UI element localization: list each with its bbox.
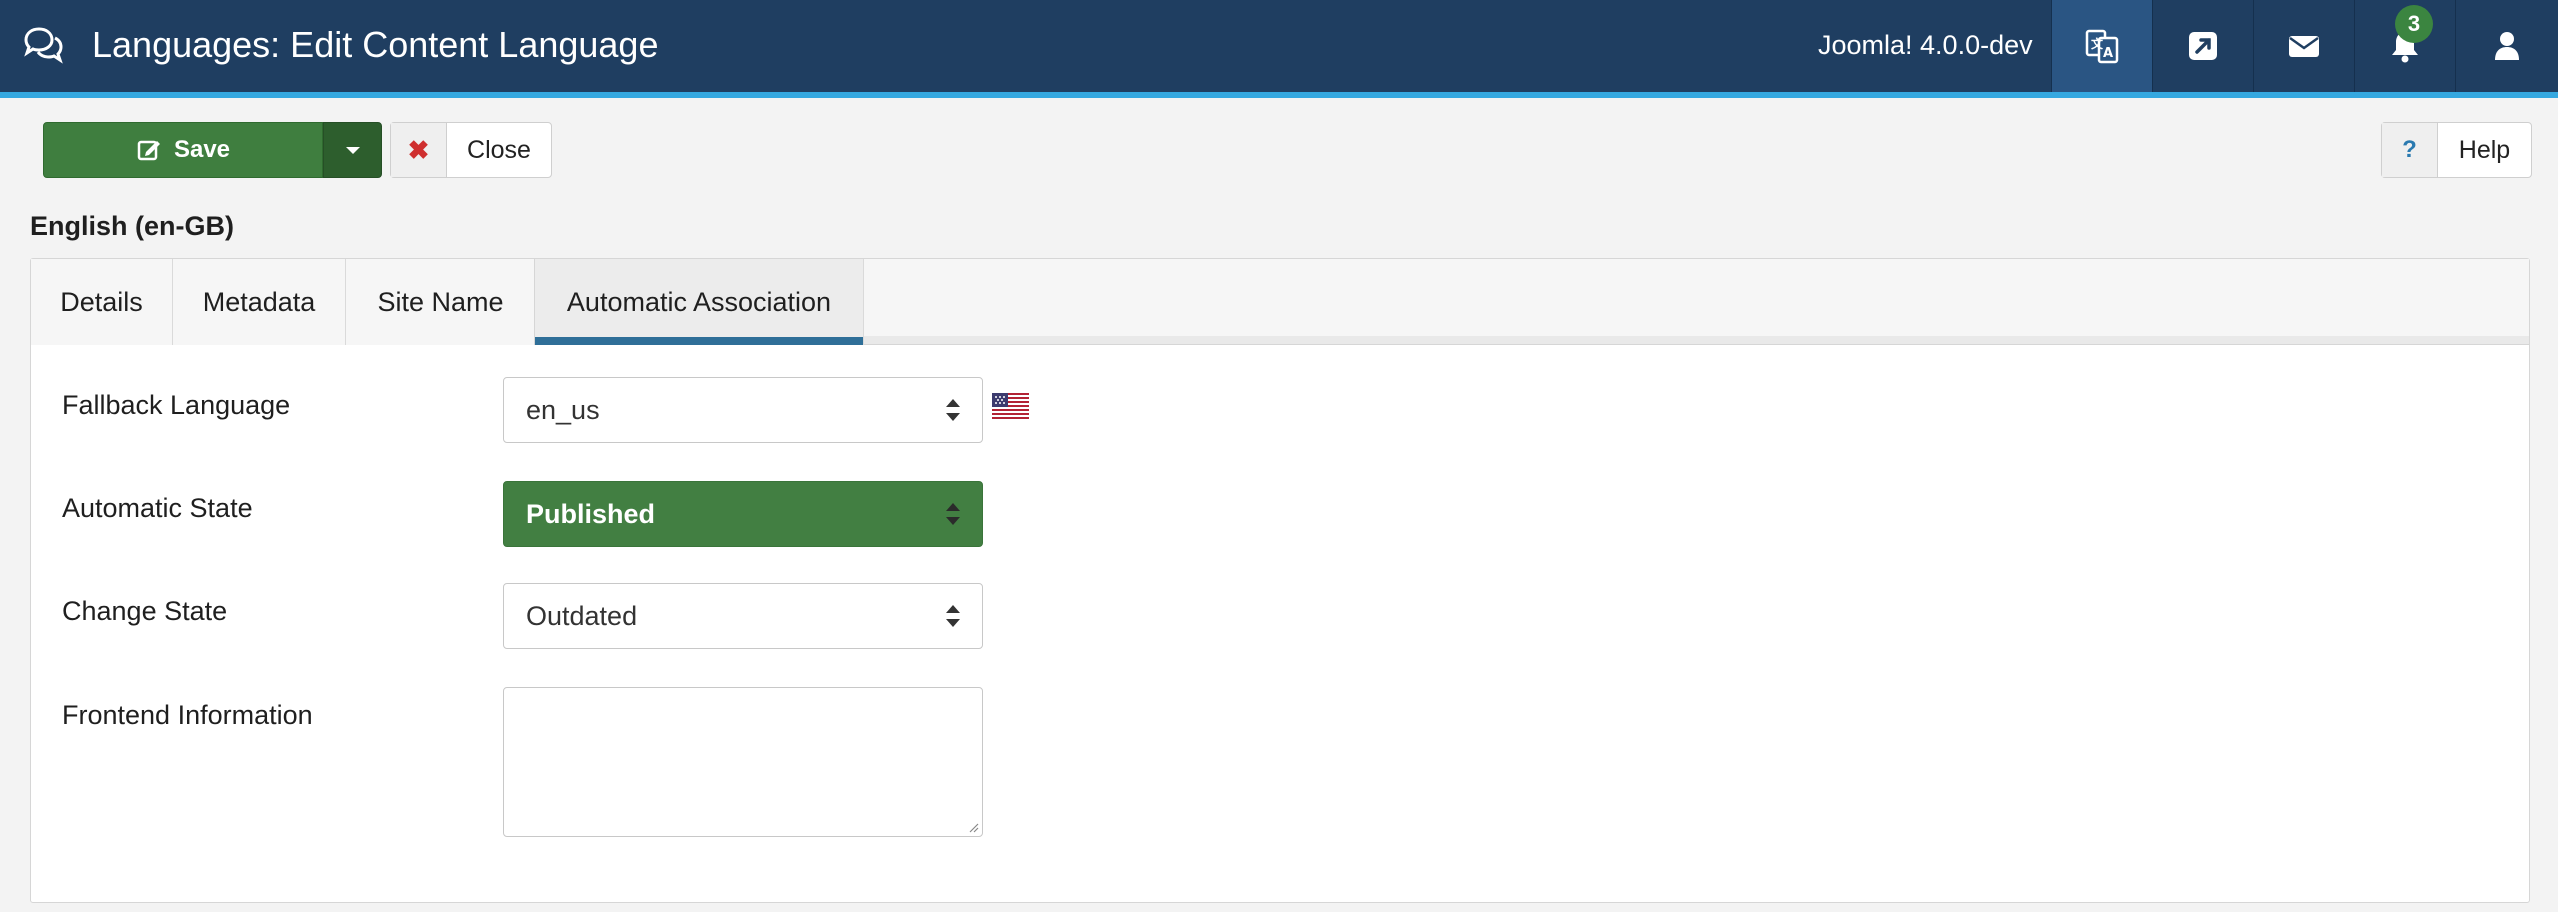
frontend-information-label: Frontend Information [62, 700, 313, 730]
messages-button[interactable] [2253, 0, 2354, 92]
us-flag-icon [992, 393, 1029, 419]
change-state-select[interactable]: Outdated [503, 583, 983, 649]
tab-site-name[interactable]: Site Name [346, 259, 536, 345]
section-title: English (en-GB) [30, 211, 234, 241]
save-label: Save [173, 136, 231, 163]
select-arrows-icon [946, 503, 960, 525]
mail-icon [2289, 36, 2319, 57]
save-button[interactable]: Save [43, 122, 323, 178]
user-icon [2495, 32, 2519, 60]
comments-icon [24, 27, 63, 64]
version-label[interactable]: Joomla! 4.0.0-dev [1818, 28, 2033, 62]
edit-icon [137, 140, 160, 161]
change-state-label: Change State [62, 596, 228, 626]
top-header: Languages: Edit Content Language Joomla!… [0, 0, 2558, 92]
user-menu-button[interactable] [2455, 0, 2558, 92]
automatic-state-select[interactable]: Published [503, 481, 983, 547]
notification-count-badge: 3 [2395, 5, 2433, 43]
tab-details[interactable]: Details [31, 259, 173, 345]
close-icon: ✖ [391, 123, 447, 177]
page-title: Languages: Edit Content Language [92, 24, 659, 65]
fallback-language-select[interactable]: en_us [503, 377, 983, 443]
language-icon: 文 A [2085, 29, 2119, 64]
notifications-button[interactable]: 3 [2354, 0, 2455, 92]
edit-card: Details Metadata Site Name Automatic Ass… [30, 258, 2530, 903]
view-site-button[interactable] [2152, 0, 2253, 92]
tab-bar: Details Metadata Site Name Automatic Ass… [31, 259, 2529, 345]
caret-down-icon [345, 146, 360, 154]
external-link-icon [2189, 32, 2217, 60]
help-button[interactable]: ? Help [2381, 122, 2532, 178]
automatic-state-value: Published [526, 498, 656, 529]
tab-metadata[interactable]: Metadata [173, 259, 346, 345]
automatic-state-label: Automatic State [62, 493, 253, 523]
question-icon: ? [2382, 123, 2438, 177]
help-label: Help [2458, 135, 2511, 164]
fallback-language-value: en_us [526, 394, 600, 425]
svg-text:A: A [2103, 46, 2113, 61]
change-state-value: Outdated [526, 600, 638, 631]
fallback-language-label: Fallback Language [62, 390, 291, 420]
frontend-information-textarea[interactable] [503, 687, 983, 837]
tab-automatic-association[interactable]: Automatic Association [534, 259, 864, 345]
close-label: Close [467, 135, 531, 164]
select-arrows-icon [946, 399, 960, 421]
save-dropdown-toggle[interactable] [323, 122, 382, 178]
close-button[interactable]: ✖ Close [390, 122, 552, 178]
header-accent-bar [0, 92, 2558, 98]
resize-handle-icon[interactable] [967, 821, 979, 833]
language-switch-button[interactable]: 文 A [2051, 0, 2152, 92]
select-arrows-icon [946, 605, 960, 627]
